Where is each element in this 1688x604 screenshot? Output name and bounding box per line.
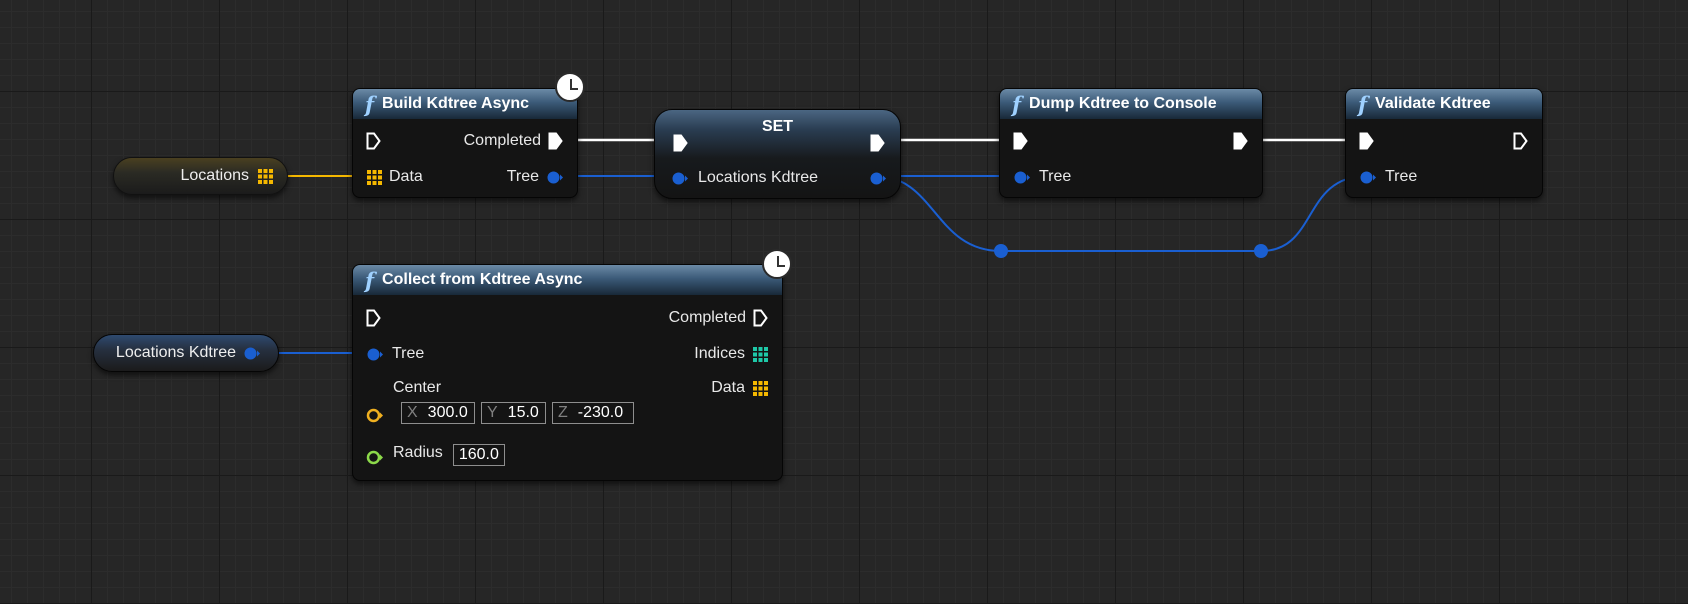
x-axis-label: X bbox=[407, 404, 418, 421]
exec-in-pin-icon[interactable] bbox=[1013, 132, 1028, 150]
node-header[interactable]: f Build Kdtree Async bbox=[353, 89, 577, 119]
x-value: 300.0 bbox=[427, 404, 468, 421]
latent-clock-icon bbox=[762, 249, 792, 279]
object-pin-icon[interactable] bbox=[244, 347, 260, 360]
z-axis-label: Z bbox=[558, 404, 568, 421]
radius-pin-label: Radius bbox=[393, 444, 443, 461]
exec-in-pin-icon[interactable] bbox=[673, 134, 688, 152]
indices-pin-label: Indices bbox=[694, 345, 745, 362]
center-x-field[interactable]: X 300.0 bbox=[401, 402, 475, 424]
node-title: Validate Kdtree bbox=[1375, 95, 1491, 112]
node-title: Collect from Kdtree Async bbox=[382, 271, 583, 288]
completed-label: Completed bbox=[668, 309, 746, 326]
tree-pin-label: Tree bbox=[1039, 168, 1072, 185]
tree-pin-label: Tree bbox=[392, 345, 425, 362]
float-pin-icon[interactable] bbox=[366, 449, 383, 466]
node-header[interactable]: f Dump Kdtree to Console bbox=[1000, 89, 1262, 119]
center-y-field[interactable]: Y 15.0 bbox=[481, 402, 546, 424]
variable-label: Locations bbox=[180, 167, 250, 184]
radius-value: 160.0 bbox=[458, 446, 499, 463]
node-title: Dump Kdtree to Console bbox=[1029, 95, 1217, 112]
center-z-field[interactable]: Z -230.0 bbox=[552, 402, 634, 424]
reroute-node-right[interactable] bbox=[1254, 244, 1268, 258]
exec-in-pin-icon[interactable] bbox=[1359, 132, 1374, 150]
collect-from-kdtree-async-node[interactable]: f Collect from Kdtree Async Completed Tr… bbox=[352, 264, 783, 481]
array-pin-icon[interactable] bbox=[367, 169, 382, 185]
set-title: SET bbox=[761, 118, 794, 135]
locations-variable-node[interactable]: Locations bbox=[113, 157, 288, 195]
z-value: -230.0 bbox=[577, 404, 624, 421]
exec-out-pin-icon[interactable] bbox=[870, 134, 885, 152]
y-value: 15.0 bbox=[507, 404, 539, 421]
locations-kdtree-variable-node[interactable]: Locations Kdtree bbox=[93, 334, 279, 372]
tree-pin-label: Tree bbox=[1385, 168, 1418, 185]
reroute-node-left[interactable] bbox=[994, 244, 1008, 258]
y-axis-label: Y bbox=[487, 404, 498, 421]
set-var-label: Locations Kdtree bbox=[698, 169, 819, 186]
int-array-pin-icon[interactable] bbox=[753, 346, 768, 362]
array-pin-icon[interactable] bbox=[258, 168, 273, 184]
build-kdtree-async-node[interactable]: f Build Kdtree Async Completed Data Tree bbox=[352, 88, 578, 198]
function-icon: f bbox=[1358, 91, 1368, 117]
object-pin-icon[interactable] bbox=[547, 171, 563, 184]
data-pin-label: Data bbox=[711, 379, 745, 396]
vector-pin-icon[interactable] bbox=[366, 407, 383, 424]
variable-label: Locations Kdtree bbox=[115, 344, 236, 361]
object-pin-icon[interactable] bbox=[672, 172, 688, 185]
exec-out-pin-icon[interactable] bbox=[548, 132, 563, 150]
node-title: Build Kdtree Async bbox=[382, 95, 530, 112]
dump-kdtree-to-console-node[interactable]: f Dump Kdtree to Console Tree bbox=[999, 88, 1263, 198]
exec-in-pin-icon[interactable] bbox=[366, 132, 381, 150]
latent-clock-icon bbox=[555, 72, 585, 102]
object-pin-icon[interactable] bbox=[367, 348, 383, 361]
array-pin-icon[interactable] bbox=[753, 380, 768, 396]
center-pin-label: Center bbox=[393, 379, 442, 396]
tree-pin-label: Tree bbox=[506, 168, 539, 185]
completed-label: Completed bbox=[463, 132, 541, 149]
exec-in-pin-icon[interactable] bbox=[366, 309, 381, 327]
exec-out-pin-icon[interactable] bbox=[1233, 132, 1248, 150]
function-icon: f bbox=[1012, 91, 1022, 117]
exec-out-pin-icon[interactable] bbox=[753, 309, 768, 327]
exec-out-pin-icon[interactable] bbox=[1513, 132, 1528, 150]
object-pin-icon[interactable] bbox=[870, 172, 886, 185]
data-pin-label: Data bbox=[389, 168, 423, 185]
node-header[interactable]: f Collect from Kdtree Async bbox=[353, 265, 782, 295]
node-header[interactable]: f Validate Kdtree bbox=[1346, 89, 1542, 119]
object-pin-icon[interactable] bbox=[1014, 171, 1030, 184]
radius-field[interactable]: 160.0 bbox=[452, 444, 505, 466]
validate-kdtree-node[interactable]: f Validate Kdtree Tree bbox=[1345, 88, 1543, 198]
function-icon: f bbox=[365, 267, 375, 293]
set-variable-node[interactable]: SET Locations Kdtree bbox=[654, 109, 901, 199]
function-icon: f bbox=[365, 91, 375, 117]
object-pin-icon[interactable] bbox=[1360, 171, 1376, 184]
